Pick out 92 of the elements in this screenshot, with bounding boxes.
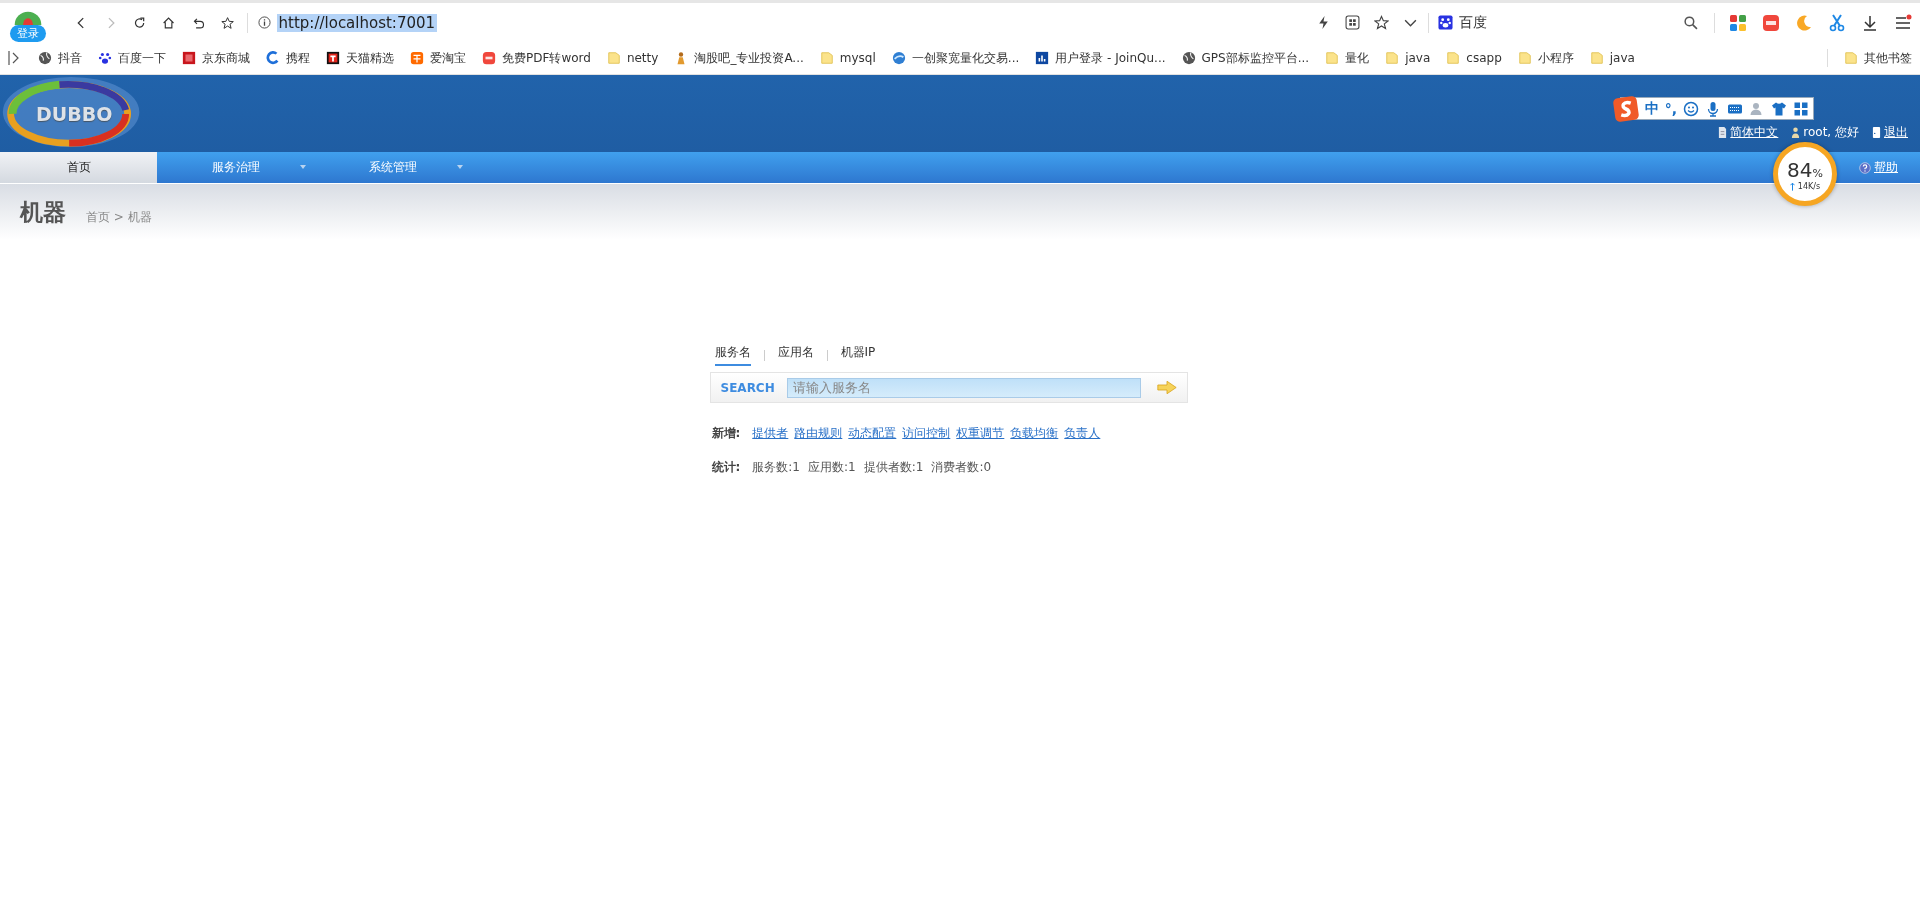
- globe-icon: [1181, 51, 1196, 65]
- bookmark-link[interactable]: mysql: [839, 51, 876, 65]
- create-link[interactable]: 提供者: [752, 425, 789, 442]
- qr-icon[interactable]: [1344, 15, 1360, 30]
- paw-icon: [1438, 15, 1454, 30]
- url-text: http://localhost:7001: [276, 13, 438, 32]
- create-link[interactable]: 权重调节: [956, 425, 1005, 442]
- search-icon[interactable]: [1683, 15, 1699, 30]
- bookmark-link[interactable]: 淘股吧_专业投资A...: [694, 49, 804, 67]
- ime-punctuation-text[interactable]: °,: [1664, 100, 1677, 117]
- sogou-icon[interactable]: [1612, 95, 1639, 122]
- create-link[interactable]: 访问控制: [902, 425, 951, 442]
- percentage-value: 84: [1787, 157, 1813, 182]
- user-icon: [1791, 126, 1801, 139]
- swirl-icon: [266, 51, 280, 65]
- menu-icon[interactable]: [1894, 13, 1913, 32]
- stat-text: 消费者数:0: [931, 459, 992, 476]
- search-engine-label: 百度: [1459, 13, 1488, 32]
- bookmark-link[interactable]: java: [1609, 51, 1635, 65]
- bookmark-link[interactable]: 用户登录 - JoinQu...: [1055, 49, 1166, 67]
- folder-icon: [606, 51, 621, 65]
- grid-icon[interactable]: [1793, 100, 1809, 117]
- language-link[interactable]: 简体中文: [1730, 124, 1779, 141]
- nav-tab[interactable]: 系统管理: [314, 152, 471, 183]
- bookmark-link[interactable]: 量化: [1345, 49, 1370, 67]
- folder-icon: [1446, 51, 1461, 65]
- nav-tab[interactable]: 首页: [0, 152, 157, 183]
- bookmark-icon: [182, 51, 196, 65]
- search-label: SEARCH: [720, 380, 775, 395]
- folder-icon: [819, 51, 834, 65]
- help-icon: [1859, 161, 1871, 174]
- create-link[interactable]: 负载均衡: [1010, 425, 1059, 442]
- bookmark-link[interactable]: 抖音: [58, 49, 82, 67]
- microphone-icon[interactable]: [1705, 100, 1721, 117]
- search-tab[interactable]: 机器IP: [840, 344, 876, 366]
- folder-icon: [1385, 51, 1400, 65]
- bookmark-link[interactable]: java: [1405, 51, 1431, 65]
- row-label: 新增:: [711, 425, 741, 442]
- folder-icon: [1844, 51, 1858, 65]
- search-input[interactable]: 请输入服务名: [786, 377, 1141, 398]
- folder-icon: [1517, 51, 1532, 65]
- browser-search-field[interactable]: 百度: [1438, 13, 1705, 32]
- search-tab[interactable]: 服务名: [714, 344, 751, 366]
- create-link[interactable]: 动态配置: [848, 425, 897, 442]
- logout-link[interactable]: 退出: [1884, 124, 1908, 141]
- bookmark-link[interactable]: GPS部标监控平台...: [1201, 49, 1310, 67]
- bookmark-link[interactable]: netty: [626, 51, 659, 65]
- create-link[interactable]: 路由规则: [794, 425, 843, 442]
- user-greeting: root, 您好: [1803, 124, 1859, 141]
- bookmark-link[interactable]: 小程序: [1537, 49, 1574, 67]
- bookmark-link[interactable]: 爱淘宝: [430, 49, 466, 67]
- sidebar-toggle-icon[interactable]: [8, 50, 20, 66]
- shirt-icon[interactable]: [1771, 100, 1787, 117]
- upload-rate: 14K/s: [1797, 181, 1821, 191]
- bookmark-link[interactable]: csapp: [1466, 51, 1502, 65]
- bookmark-link[interactable]: 天猫精选: [346, 49, 394, 67]
- star-icon[interactable]: [1373, 15, 1389, 30]
- bookmark-link[interactable]: 一创聚宽量化交易...: [911, 49, 1020, 67]
- paw-icon: [98, 51, 112, 65]
- help-link[interactable]: 帮助: [1874, 159, 1898, 176]
- chart-icon: [1035, 51, 1050, 65]
- folder-icon: [1589, 51, 1604, 65]
- percentage-unit: %: [1812, 166, 1823, 180]
- smiley-icon[interactable]: [1683, 100, 1699, 117]
- upload-arrow-icon: [1789, 181, 1795, 191]
- folder-icon: [1325, 51, 1340, 65]
- stat-text: 提供者数:1: [863, 459, 924, 476]
- globe-icon: [38, 51, 52, 65]
- stat-text: 服务数:1: [752, 459, 800, 476]
- ime-mode-text[interactable]: 中: [1644, 99, 1659, 118]
- apps-icon[interactable]: [1729, 13, 1748, 32]
- scissors-icon[interactable]: [1828, 13, 1847, 32]
- bookmark-link[interactable]: 携程: [286, 49, 310, 67]
- bookmark-link[interactable]: 免费PDF转word: [502, 49, 591, 67]
- stat-text: 应用数:1: [808, 459, 856, 476]
- search-tab[interactable]: 应用名: [777, 344, 814, 366]
- bookmark-icon: [410, 51, 424, 65]
- bookmark-folder[interactable]: 其他书签: [1864, 49, 1912, 67]
- bookmark-icon: [326, 51, 340, 65]
- info-icon[interactable]: [257, 16, 271, 29]
- address-bar[interactable]: http://localhost:7001: [257, 7, 1418, 38]
- door-icon: [1872, 126, 1881, 139]
- logo-text: DUBBO: [36, 103, 113, 125]
- create-link[interactable]: 负责人: [1064, 425, 1101, 442]
- breadcrumb: 首页 > 机器: [86, 208, 152, 226]
- nav-tab[interactable]: 服务治理: [157, 152, 314, 183]
- bookmark-link[interactable]: 百度一下: [118, 49, 166, 67]
- page-title: 机器: [20, 197, 66, 227]
- row-label: 统计:: [711, 459, 741, 476]
- bookmark-link[interactable]: 京东商城: [202, 49, 250, 67]
- globe-icon: [891, 51, 906, 65]
- document-icon: [1718, 126, 1728, 139]
